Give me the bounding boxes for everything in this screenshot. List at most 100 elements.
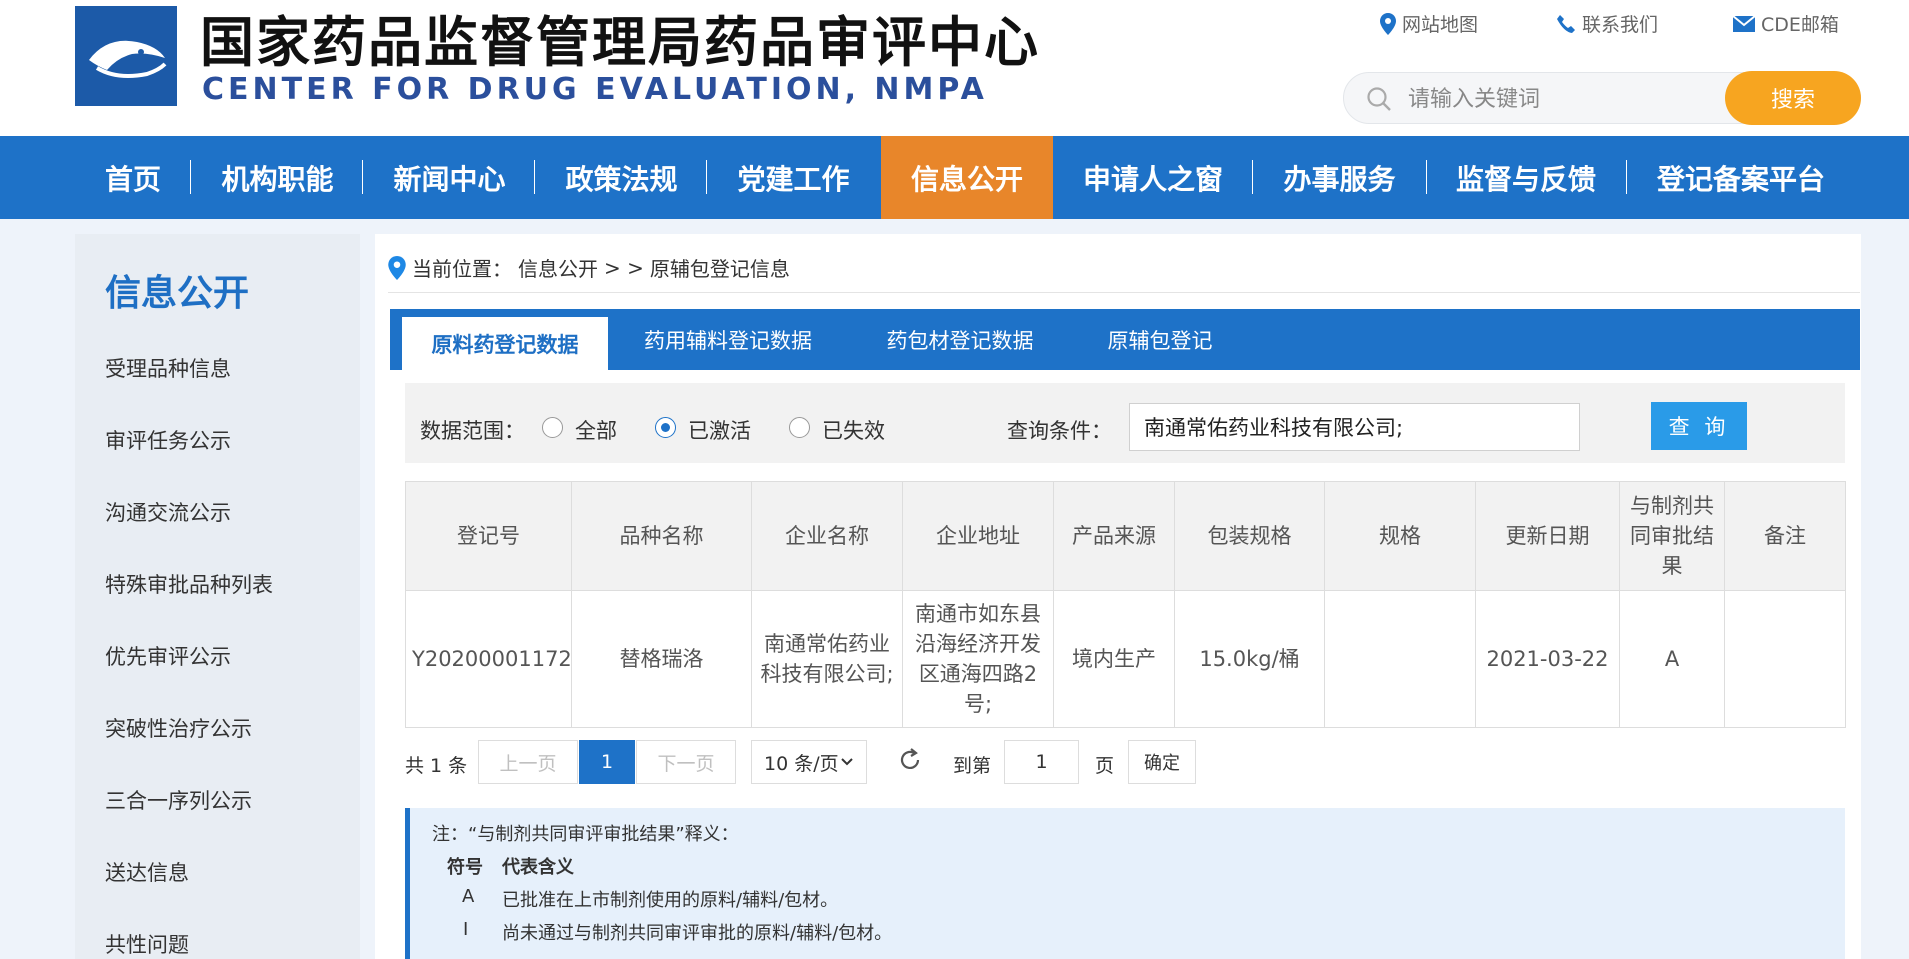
cell-company-name: 南通常佑药业科技有限公司; xyxy=(751,590,903,728)
tab-packaging-registration[interactable]: 药包材登记数据 xyxy=(860,309,1060,370)
sidebar-item-breakthrough[interactable]: 突破性治疗公示 xyxy=(105,713,252,743)
cell-product-name: 替格瑞洛 xyxy=(571,590,752,728)
col-header-company-name: 企业名称 xyxy=(751,481,903,591)
col-header-source: 产品来源 xyxy=(1053,481,1175,591)
logo-emblem-icon xyxy=(89,40,167,78)
site-header: 国家药品监督管理局药品审评中心 CENTER FOR DRUG EVALUATI… xyxy=(0,0,1909,136)
nav-item-applicant[interactable]: 申请人之窗 xyxy=(1063,136,1243,219)
nav-divider xyxy=(534,160,535,194)
cell-reg-no: Y20200001172 xyxy=(405,590,572,728)
note-col-symbol: 符号 xyxy=(447,857,483,878)
data-range-label: 数据范围： xyxy=(420,419,525,443)
table-header-row: 登记号 品种名称 企业名称 企业地址 产品来源 包装规格 规格 更新日期 与制剂… xyxy=(405,481,1846,591)
radio-expired[interactable] xyxy=(789,417,810,438)
col-header-product-name: 品种名称 xyxy=(571,481,752,591)
sidebar-item-three-in-one[interactable]: 三合一序列公示 xyxy=(105,785,252,815)
search-icon xyxy=(1367,87,1391,111)
contact-link[interactable]: 联系我们 xyxy=(1556,10,1658,37)
pager-page-1[interactable]: 1 xyxy=(579,740,635,784)
site-logo[interactable] xyxy=(75,6,177,106)
cell-package-spec: 15.0kg/桶 xyxy=(1174,590,1325,728)
query-input[interactable] xyxy=(1129,403,1580,451)
col-header-package-spec: 包装规格 xyxy=(1174,481,1325,591)
nav-item-registration[interactable]: 登记备案平台 xyxy=(1636,136,1846,219)
tab-combined-registration[interactable]: 原辅包登记 xyxy=(1080,309,1240,370)
page-unit-label: 页 xyxy=(1095,755,1115,777)
pager-next-button[interactable]: 下一页 xyxy=(636,740,736,784)
radio-expired-label[interactable]: 已失效 xyxy=(822,415,885,445)
cell-joint-review-result: A xyxy=(1619,590,1725,728)
site-title: 国家药品监督管理局药品审评中心 xyxy=(200,11,1040,74)
nav-divider xyxy=(362,160,363,194)
cell-company-address: 南通市如东县沿海经济开发区通海四路2号; xyxy=(902,590,1054,728)
nav-item-feedback[interactable]: 监督与反馈 xyxy=(1436,136,1616,219)
cell-spec xyxy=(1324,590,1476,728)
nav-item-home[interactable]: 首页 xyxy=(85,136,181,219)
sidebar-item-communication[interactable]: 沟通交流公示 xyxy=(105,497,231,527)
radio-all-label[interactable]: 全部 xyxy=(575,415,617,445)
sidebar-item-special-approval[interactable]: 特殊审批品种列表 xyxy=(105,569,273,599)
pager-prev-button[interactable]: 上一页 xyxy=(478,740,578,784)
breadcrumb-label: 当前位置： xyxy=(412,257,512,281)
cell-remarks xyxy=(1724,590,1846,728)
sidebar: 信息公开 受理品种信息 审评任务公示 沟通交流公示 特殊审批品种列表 优先审评公… xyxy=(75,234,360,959)
sidebar-item-accepted[interactable]: 受理品种信息 xyxy=(105,353,231,383)
nav-item-news[interactable]: 新闻中心 xyxy=(372,136,527,219)
chevron-down-icon xyxy=(841,758,853,766)
sitemap-link[interactable]: 网站地图 xyxy=(1380,10,1478,37)
note-symbol-i: I xyxy=(463,919,469,940)
table-row: Y20200001172 替格瑞洛 南通常佑药业科技有限公司; 南通市如东县沿海… xyxy=(405,590,1846,728)
search-button[interactable]: 搜索 xyxy=(1725,71,1861,125)
page-size-value: 10 条/页 xyxy=(764,752,839,775)
sidebar-item-common-issues[interactable]: 共性问题 xyxy=(105,929,189,959)
goto-confirm-button[interactable]: 确定 xyxy=(1128,740,1196,784)
col-header-reg-no: 登记号 xyxy=(405,481,572,591)
cde-mail-link[interactable]: CDE邮箱 xyxy=(1733,10,1839,37)
sidebar-item-priority-review[interactable]: 优先审评公示 xyxy=(105,641,231,671)
search-input[interactable] xyxy=(1406,83,1770,115)
nav-item-functions[interactable]: 机构职能 xyxy=(200,136,355,219)
note-col-meaning: 代表含义 xyxy=(502,857,574,878)
pager-total: 共 1 条 xyxy=(405,755,468,777)
sidebar-title: 信息公开 xyxy=(105,273,250,314)
breadcrumb-divider xyxy=(388,292,1860,293)
site-subtitle: CENTER FOR DRUG EVALUATION, NMPA xyxy=(202,72,988,107)
page-size-select[interactable]: 10 条/页 xyxy=(751,740,867,784)
tab-api-registration[interactable]: 原料药登记数据 xyxy=(402,317,608,370)
radio-all[interactable] xyxy=(542,417,563,438)
nav-item-policy[interactable]: 政策法规 xyxy=(544,136,699,219)
tab-excipient-registration[interactable]: 药用辅料登记数据 xyxy=(618,309,838,370)
col-header-spec: 规格 xyxy=(1324,481,1476,591)
goto-label: 到第 xyxy=(953,755,992,777)
col-header-company-address: 企业地址 xyxy=(902,481,1054,591)
goto-page-input[interactable]: 1 xyxy=(1004,740,1079,784)
breadcrumb-current[interactable]: 原辅包登记信息 xyxy=(650,253,790,282)
nav-item-info-disclosure[interactable]: 信息公开 xyxy=(881,136,1053,219)
mail-icon xyxy=(1733,15,1755,32)
note-symbol-a: A xyxy=(462,886,475,907)
nav-divider xyxy=(1626,160,1627,194)
tab-bar: 原料药登记数据 药用辅料登记数据 药包材登记数据 原辅包登记 xyxy=(390,309,1860,370)
phone-icon xyxy=(1557,14,1575,33)
note-title: 注：“与制剂共同审评审批结果”释义： xyxy=(432,824,739,845)
nav-divider xyxy=(1426,160,1427,194)
filter-panel xyxy=(405,383,1845,463)
refresh-icon[interactable] xyxy=(896,746,924,774)
radio-active[interactable] xyxy=(655,417,676,438)
breadcrumb-info-disclosure[interactable]: 信息公开 xyxy=(518,253,598,282)
cell-update-date: 2021-03-22 xyxy=(1475,590,1620,728)
breadcrumb: 当前位置： 信息公开 > > 原辅包登记信息 xyxy=(388,253,790,282)
note-meaning-a: 已批准在上市制剂使用的原料/辅料/包材。 xyxy=(502,890,839,911)
radio-active-label[interactable]: 已激活 xyxy=(688,415,751,445)
nav-item-services[interactable]: 办事服务 xyxy=(1262,136,1417,219)
nav-divider xyxy=(190,160,191,194)
cde-mail-label: CDE邮箱 xyxy=(1761,14,1839,36)
nav-divider xyxy=(1252,160,1253,194)
sidebar-item-review-tasks[interactable]: 审评任务公示 xyxy=(105,425,231,455)
col-header-joint-review-result: 与制剂共同审批结果 xyxy=(1619,481,1725,591)
nav-item-party[interactable]: 党建工作 xyxy=(716,136,871,219)
cell-source: 境内生产 xyxy=(1053,590,1175,728)
query-button[interactable]: 查 询 xyxy=(1651,402,1747,450)
sitemap-link-label: 网站地图 xyxy=(1402,14,1479,36)
sidebar-item-delivery[interactable]: 送达信息 xyxy=(105,857,189,887)
